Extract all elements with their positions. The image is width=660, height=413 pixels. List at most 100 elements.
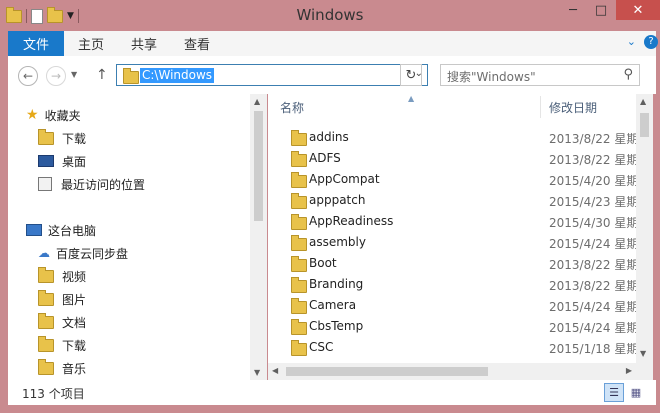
nav-item-label: 文档	[62, 315, 87, 330]
table-row[interactable]: Boot 2013/8/22 星期	[268, 253, 639, 274]
close-button[interactable]: ✕	[616, 0, 660, 20]
maximize-button[interactable]: □	[588, 0, 614, 20]
folder-icon	[291, 277, 307, 293]
nav-item-baidu[interactable]: ☁ 百度云同步盘	[38, 242, 128, 264]
nav-item-recent[interactable]: 最近访问的位置	[38, 173, 145, 195]
nav-scrollbar[interactable]: ▲ ▼	[250, 94, 267, 380]
file-date: 2015/4/24 星期	[549, 237, 639, 251]
table-row[interactable]: addins 2013/8/22 星期	[268, 127, 639, 148]
folder-icon	[291, 193, 307, 209]
scroll-up-icon[interactable]: ▲	[254, 97, 260, 106]
search-icon[interactable]: ⚲	[623, 67, 633, 82]
horizontal-scrollbar[interactable]: ◀ ▶	[268, 363, 636, 380]
thispc-group[interactable]: 这台电脑	[26, 219, 96, 241]
file-date: 2015/4/30 星期	[549, 216, 639, 230]
cloud-sync-icon: ☁	[38, 246, 50, 260]
nav-item-desktop[interactable]: 桌面	[38, 150, 86, 172]
file-date: 2013/8/22 星期	[549, 132, 639, 146]
minimize-button[interactable]: ─	[560, 0, 586, 20]
nav-item-music[interactable]: 音乐	[38, 357, 86, 379]
horizontal-scroll-thumb[interactable]	[286, 367, 488, 376]
folder-icon	[291, 256, 307, 272]
folder-icon	[291, 151, 307, 167]
nav-item-pictures[interactable]: 图片	[38, 288, 86, 310]
table-row[interactable]: AppCompat 2015/4/20 星期	[268, 169, 639, 190]
up-button[interactable]: ↑	[96, 67, 108, 83]
folder-icon	[291, 130, 307, 146]
file-name: Camera	[309, 298, 357, 312]
expand-ribbon-icon[interactable]: ⌄	[627, 35, 636, 48]
nav-item-label: 最近访问的位置	[61, 177, 146, 192]
file-name: AppCompat	[309, 172, 380, 186]
search-input[interactable]: 搜索"Windows" ⚲	[440, 64, 640, 86]
nav-item-label: 百度云同步盘	[56, 246, 129, 261]
folder-icon	[291, 235, 307, 251]
file-name: Boot	[309, 256, 337, 270]
computer-icon	[26, 224, 42, 236]
favorites-group[interactable]: ★ 收藏夹	[26, 104, 81, 126]
scroll-up-icon[interactable]: ▲	[640, 97, 646, 106]
tab-home[interactable]: 主页	[78, 31, 104, 56]
file-scroll-thumb[interactable]	[640, 113, 649, 137]
file-date: 2015/4/20 星期	[549, 174, 639, 188]
scroll-left-icon[interactable]: ◀	[272, 366, 278, 375]
ribbon-tabs: 文件 主页 共享 查看 ⌄ ?	[8, 31, 658, 57]
explorer-window: ▼ Windows ─ □ ✕ 文件 主页 共享 查看 ⌄ ? ← → ▼ ↑ …	[0, 0, 660, 413]
folder-icon	[291, 340, 307, 356]
nav-item-videos[interactable]: 视频	[38, 265, 86, 287]
table-row[interactable]: apppatch 2015/4/23 星期	[268, 190, 639, 211]
scroll-right-icon[interactable]: ▶	[626, 366, 632, 375]
nav-item-documents[interactable]: 文档	[38, 311, 86, 333]
table-row[interactable]: Camera 2015/4/24 星期	[268, 295, 638, 316]
recent-places-icon	[38, 177, 52, 191]
file-name: AppReadiness	[309, 214, 394, 228]
forward-button[interactable]: →	[46, 66, 66, 86]
column-header-name[interactable]: 名称	[280, 94, 304, 120]
refresh-button[interactable]: ↻	[400, 64, 422, 86]
file-name: assembly	[309, 235, 366, 249]
tab-view[interactable]: 查看	[184, 31, 210, 56]
downloads-folder-icon	[38, 128, 54, 145]
folder-icon	[291, 298, 307, 314]
nav-item-downloads-pc[interactable]: 下载	[38, 334, 86, 356]
table-row[interactable]: assembly 2015/4/24 星期	[268, 232, 639, 253]
back-button[interactable]: ←	[18, 66, 38, 86]
file-date: 2015/4/23 星期	[549, 195, 639, 209]
nav-item-downloads[interactable]: 下载	[38, 127, 86, 149]
nav-item-label: 桌面	[62, 154, 87, 169]
address-bar-row: ← → ▼ ↑ C:\Windows ⌄ ↻ 搜索"Windows" ⚲	[8, 56, 656, 94]
file-list-scrollbar[interactable]: ▲ ▼	[636, 94, 653, 380]
column-divider[interactable]	[540, 96, 541, 118]
file-name: Branding	[309, 277, 364, 291]
file-date: 2013/8/22 星期	[549, 258, 639, 272]
address-field[interactable]: C:\Windows ⌄	[116, 64, 428, 86]
recent-locations-icon[interactable]: ▼	[71, 70, 77, 79]
navigation-pane: ★ 收藏夹 下载 桌面 最近访问的位置 这台电脑 ☁ 百度云同步盘 视频 图片 …	[8, 94, 267, 380]
file-name: addins	[309, 130, 349, 144]
documents-folder-icon	[38, 312, 54, 329]
table-row[interactable]: CbsTemp 2015/4/24 星期	[268, 316, 639, 337]
large-icons-view-button[interactable]: ▦	[626, 383, 646, 402]
details-view-button[interactable]: ☰	[604, 383, 624, 402]
tab-share[interactable]: 共享	[131, 31, 157, 56]
desktop-icon	[38, 155, 54, 167]
file-date: 2015/4/24 星期	[549, 321, 639, 335]
table-row[interactable]: CSC 2015/1/18 星期	[268, 337, 638, 358]
scroll-down-icon[interactable]: ▼	[254, 368, 260, 377]
table-row[interactable]: ADFS 2013/8/22 星期	[268, 148, 638, 169]
file-name: CSC	[309, 340, 334, 354]
table-row[interactable]: Branding 2013/8/22 星期	[268, 274, 638, 295]
folder-icon	[123, 68, 139, 84]
nav-scroll-thumb[interactable]	[254, 111, 263, 221]
address-path[interactable]: C:\Windows	[140, 68, 215, 83]
folder-icon	[291, 319, 307, 335]
table-row[interactable]: AppReadiness 2015/4/30 星期	[268, 211, 639, 232]
help-icon[interactable]: ?	[644, 35, 658, 49]
column-header-modified[interactable]: 修改日期	[549, 94, 597, 120]
music-folder-icon	[38, 358, 54, 375]
star-icon: ★	[26, 107, 39, 123]
thispc-label: 这台电脑	[48, 223, 97, 238]
file-list: 名称 ▲ 修改日期 addins 2013/8/22 星期 ADFS 2013/8/2…	[268, 94, 639, 380]
tab-file[interactable]: 文件	[8, 31, 64, 56]
scroll-down-icon[interactable]: ▼	[640, 349, 646, 358]
